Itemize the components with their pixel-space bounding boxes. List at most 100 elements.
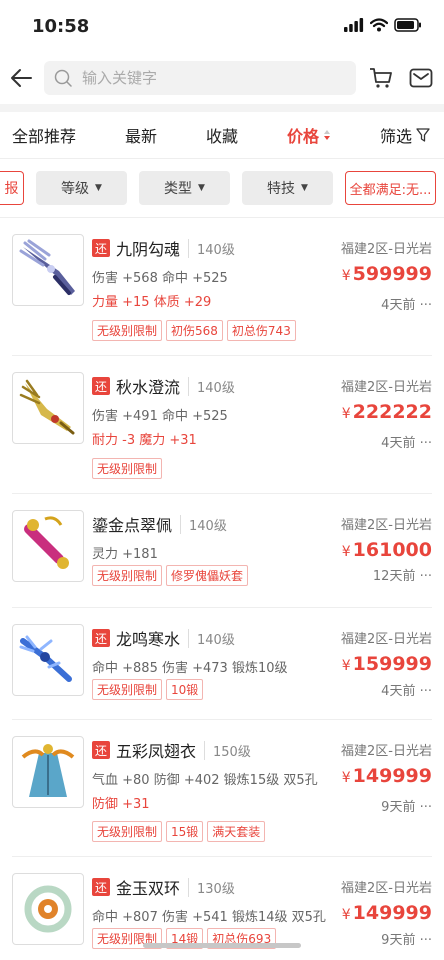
robe-icon xyxy=(21,744,75,797)
more-icon[interactable]: ··· xyxy=(420,436,432,451)
badge: 无级别限制 xyxy=(92,458,163,479)
tab-label: 最新 xyxy=(124,127,157,146)
sort-bar: 全部推荐 最新 收藏 价格 筛选 xyxy=(0,112,444,158)
item-title: 还 金玉双环 130级 xyxy=(92,875,235,899)
chip-type[interactable]: 类型 ▼ xyxy=(139,171,230,205)
tab-all-recommend[interactable]: 全部推荐 xyxy=(12,123,76,147)
more-icon[interactable]: ··· xyxy=(420,569,432,584)
list-item[interactable]: 鎏金点翠佩 140级 福建2区-日光岩 灵力 +181 ¥161000 12天前… xyxy=(12,494,432,608)
filter-button[interactable]: 筛选 xyxy=(380,123,430,147)
item-server: 福建2区-日光岩 xyxy=(341,380,432,395)
chip-label: 报 xyxy=(4,181,19,197)
status-time: 10:58 xyxy=(32,16,90,37)
list-item[interactable]: 还 九阴勾魂 140级 福建2区-日光岩 伤害 +568 命中 +525 ¥59… xyxy=(12,218,432,356)
fan-weapon-icon xyxy=(19,379,75,435)
item-stats: 命中 +885 伤害 +473 锻炼10级 xyxy=(92,661,288,676)
more-icon[interactable]: ··· xyxy=(420,684,432,699)
item-badges: 无级别限制 10锻 xyxy=(92,679,204,700)
chip-label: 特技 xyxy=(267,181,296,197)
currency: ¥ xyxy=(341,268,351,284)
search-box[interactable] xyxy=(44,61,356,95)
message-button[interactable] xyxy=(406,63,436,93)
badge: 无级别限制 xyxy=(92,679,163,700)
badge: 无级别限制 xyxy=(92,565,163,586)
price-value: 161000 xyxy=(352,539,432,561)
chip-skill[interactable]: 特技 ▼ xyxy=(242,171,333,205)
item-server: 福建2区-日光岩 xyxy=(341,632,432,647)
tab-latest[interactable]: 最新 xyxy=(125,123,157,147)
return-tag: 还 xyxy=(92,239,110,257)
back-button[interactable] xyxy=(8,65,34,91)
list-item[interactable]: 还 龙鸣寒水 140级 福建2区-日光岩 命中 +885 伤害 +473 锻炼1… xyxy=(12,608,432,720)
cart-icon xyxy=(370,68,392,88)
badge: 无级别限制 xyxy=(92,320,163,341)
item-level: 140级 xyxy=(180,514,227,534)
item-thumbnail xyxy=(12,372,84,444)
item-extra-stats: 力量 +15 体质 +29 xyxy=(92,295,212,310)
item-badges: 无级别限制 15锻 满天套装 xyxy=(92,821,266,842)
price-value: 149999 xyxy=(352,902,432,924)
tab-favorites[interactable]: 收藏 xyxy=(206,123,238,147)
funnel-icon xyxy=(416,128,430,142)
item-server: 福建2区-日光岩 xyxy=(341,518,432,533)
more-icon[interactable]: ··· xyxy=(420,933,432,948)
badge: 修罗傀儡妖套 xyxy=(166,565,249,586)
caret-down-icon: ▼ xyxy=(198,183,205,193)
price-value: 222222 xyxy=(352,401,432,423)
item-time: 4天前 ··· xyxy=(381,432,432,451)
item-extra-stats: 耐力 -3 魔力 +31 xyxy=(92,433,197,448)
time-text: 9天前 xyxy=(381,800,416,815)
chip-level[interactable]: 等级 ▼ xyxy=(36,171,127,205)
status-icons xyxy=(344,18,422,32)
item-thumbnail xyxy=(12,510,84,582)
currency: ¥ xyxy=(341,406,351,422)
price-value: 599999 xyxy=(352,263,432,285)
divider xyxy=(0,104,444,112)
item-level: 140级 xyxy=(188,238,235,258)
return-tag: 还 xyxy=(92,741,110,759)
chip-partial[interactable]: 报 xyxy=(0,171,24,205)
badge: 10锻 xyxy=(166,679,204,700)
dragon-weapon-icon xyxy=(19,635,72,682)
more-icon[interactable]: ··· xyxy=(420,800,432,815)
item-server: 福建2区-日光岩 xyxy=(341,881,432,896)
chip-label: 全都满足:无... xyxy=(349,182,432,198)
item-name: 秋水澄流 xyxy=(116,378,181,397)
item-badges: 无级别限制 初伤568 初总伤743 xyxy=(92,320,296,341)
search-input[interactable] xyxy=(82,69,346,87)
list-item[interactable]: 还 秋水澄流 140级 福建2区-日光岩 伤害 +491 命中 +525 ¥22… xyxy=(12,356,432,494)
cart-button[interactable] xyxy=(366,63,396,93)
filter-chips: 报 等级 ▼ 类型 ▼ 特技 ▼ 全都满足:无... xyxy=(0,159,444,217)
currency: ¥ xyxy=(341,544,351,560)
item-level: 140级 xyxy=(188,628,235,648)
battery-icon xyxy=(394,18,421,32)
item-price: ¥222222 xyxy=(342,401,432,423)
chip-all-match[interactable]: 全都满足:无... xyxy=(345,171,436,205)
item-server: 福建2区-日光岩 xyxy=(341,242,432,257)
item-time: 9天前 ··· xyxy=(381,929,432,948)
item-server: 福建2区-日光岩 xyxy=(341,744,432,759)
item-thumbnail xyxy=(12,736,84,808)
time-text: 4天前 xyxy=(381,436,416,451)
tab-price[interactable]: 价格 xyxy=(287,123,331,147)
tab-label: 全部推荐 xyxy=(12,127,77,146)
item-price: ¥159999 xyxy=(342,653,432,675)
more-icon[interactable]: ··· xyxy=(420,298,432,313)
chip-label: 类型 xyxy=(164,181,193,197)
item-thumbnail xyxy=(12,234,84,306)
item-title: 还 龙鸣寒水 140级 xyxy=(92,626,235,650)
back-arrow-icon xyxy=(11,69,32,87)
currency: ¥ xyxy=(341,658,351,674)
item-price: ¥149999 xyxy=(342,765,432,787)
item-title: 还 九阴勾魂 140级 xyxy=(92,236,235,260)
item-stats: 命中 +807 伤害 +541 锻炼14级 双5孔 xyxy=(92,910,326,925)
top-header xyxy=(0,52,444,104)
return-tag: 还 xyxy=(92,878,110,896)
item-title: 还 秋水澄流 140级 xyxy=(92,374,235,398)
item-level: 150级 xyxy=(204,740,251,760)
item-time: 9天前 ··· xyxy=(381,796,432,815)
list-item[interactable]: 还 五彩凤翅衣 150级 福建2区-日光岩 气血 +80 防御 +402 锻炼1… xyxy=(12,720,432,857)
item-badges: 无级别限制 修罗傀儡妖套 xyxy=(92,565,249,586)
currency: ¥ xyxy=(341,770,351,786)
item-time: 4天前 ··· xyxy=(381,294,432,313)
